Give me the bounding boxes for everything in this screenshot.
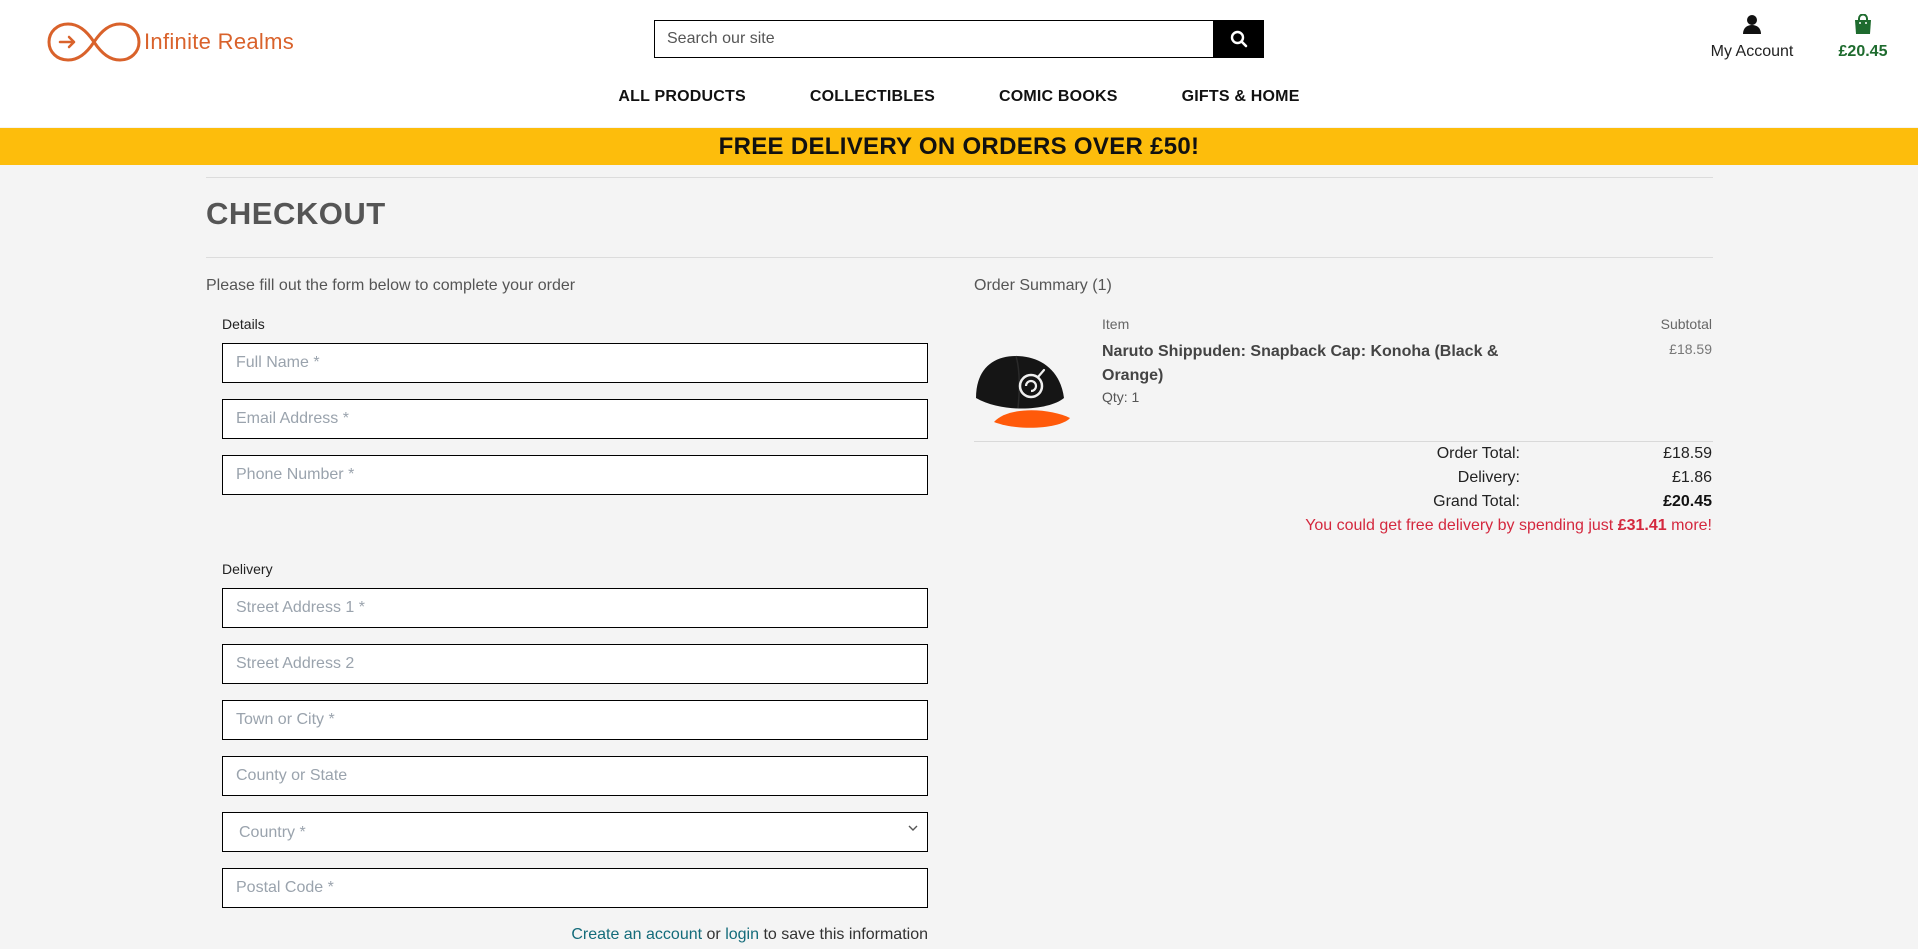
search-icon <box>1230 30 1248 48</box>
user-icon <box>1743 15 1761 34</box>
shopping-bag-link[interactable]: £20.45 <box>1832 13 1894 61</box>
item-column-header: Item <box>1102 316 1130 332</box>
main-nav: ALL PRODUCTS COLLECTIBLES COMIC BOOKS GI… <box>0 88 1918 106</box>
save-info-or: or <box>706 926 721 943</box>
nav-collectibles[interactable]: COLLECTIBLES <box>810 88 935 106</box>
page-title: CHECKOUT <box>206 196 386 231</box>
save-info-suffix: to save this information <box>763 926 928 943</box>
divider <box>206 177 1713 178</box>
postal-code-field[interactable] <box>222 868 928 908</box>
form-intro: Please fill out the form below to comple… <box>206 277 576 294</box>
phone-field[interactable] <box>222 455 928 495</box>
street-address-2-field[interactable] <box>222 644 928 684</box>
product-image[interactable] <box>974 348 1072 430</box>
delivery-cost-label: Delivery: <box>1457 469 1520 486</box>
delivery-cost-value: £1.86 <box>1671 469 1712 486</box>
infinity-logo-icon <box>47 22 141 62</box>
order-summary-title: Order Summary (1) <box>974 277 1112 294</box>
town-city-field[interactable] <box>222 700 928 740</box>
divider <box>206 257 1713 258</box>
subtotal-column-header: Subtotal <box>1660 316 1712 332</box>
full-name-field[interactable] <box>222 343 928 383</box>
search-input[interactable] <box>654 20 1214 58</box>
product-name: Naruto Shippuden: Snapback Cap: Konoha (… <box>1102 343 1499 384</box>
save-info-text: Create an account or login to save this … <box>222 926 928 944</box>
order-total-value: £18.59 <box>1663 445 1712 462</box>
free-delivery-suffix: more! <box>1671 517 1712 534</box>
divider <box>974 441 1713 442</box>
brand-name: Infinite Realms <box>144 29 295 54</box>
free-delivery-prefix: You could get free delivery by spending … <box>1305 517 1614 534</box>
order-total-label: Order Total: <box>1436 445 1520 462</box>
promo-banner-text: FREE DELIVERY ON ORDERS OVER £50! <box>718 132 1200 160</box>
promo-banner: FREE DELIVERY ON ORDERS OVER £50! <box>0 128 1918 165</box>
country-select[interactable]: Country * <box>222 812 928 852</box>
nav-all-products[interactable]: ALL PRODUCTS <box>618 88 745 106</box>
account-label: My Account <box>1710 43 1794 60</box>
free-delivery-message: You could get free delivery by spending … <box>1305 517 1712 535</box>
county-state-field[interactable] <box>222 756 928 796</box>
nav-gifts-home[interactable]: GIFTS & HOME <box>1182 88 1300 106</box>
my-account-link[interactable]: My Account <box>1705 14 1799 61</box>
bag-total: £20.45 <box>1838 43 1888 60</box>
delivery-label: Delivery <box>222 561 273 577</box>
email-field[interactable] <box>222 399 928 439</box>
grand-total-label: Grand Total: <box>1433 493 1520 510</box>
product-qty: Qty: 1 <box>1102 389 1140 405</box>
login-link[interactable]: login <box>725 926 759 943</box>
street-address-1-field[interactable] <box>222 588 928 628</box>
site-logo[interactable]: Infinite Realms <box>46 20 294 64</box>
site-search <box>654 20 1264 58</box>
details-label: Details <box>222 316 265 332</box>
site-header: Infinite Realms My Account £20.45 ALL PR… <box>0 0 1918 127</box>
grand-total-value: £20.45 <box>1663 493 1712 510</box>
create-account-link[interactable]: Create an account <box>571 926 702 943</box>
search-button[interactable] <box>1214 20 1264 58</box>
shopping-bag-icon <box>1855 13 1871 34</box>
free-delivery-amount: £31.41 <box>1617 517 1667 534</box>
nav-comic-books[interactable]: COMIC BOOKS <box>999 88 1118 106</box>
product-subtotal: £18.59 <box>1669 341 1712 357</box>
